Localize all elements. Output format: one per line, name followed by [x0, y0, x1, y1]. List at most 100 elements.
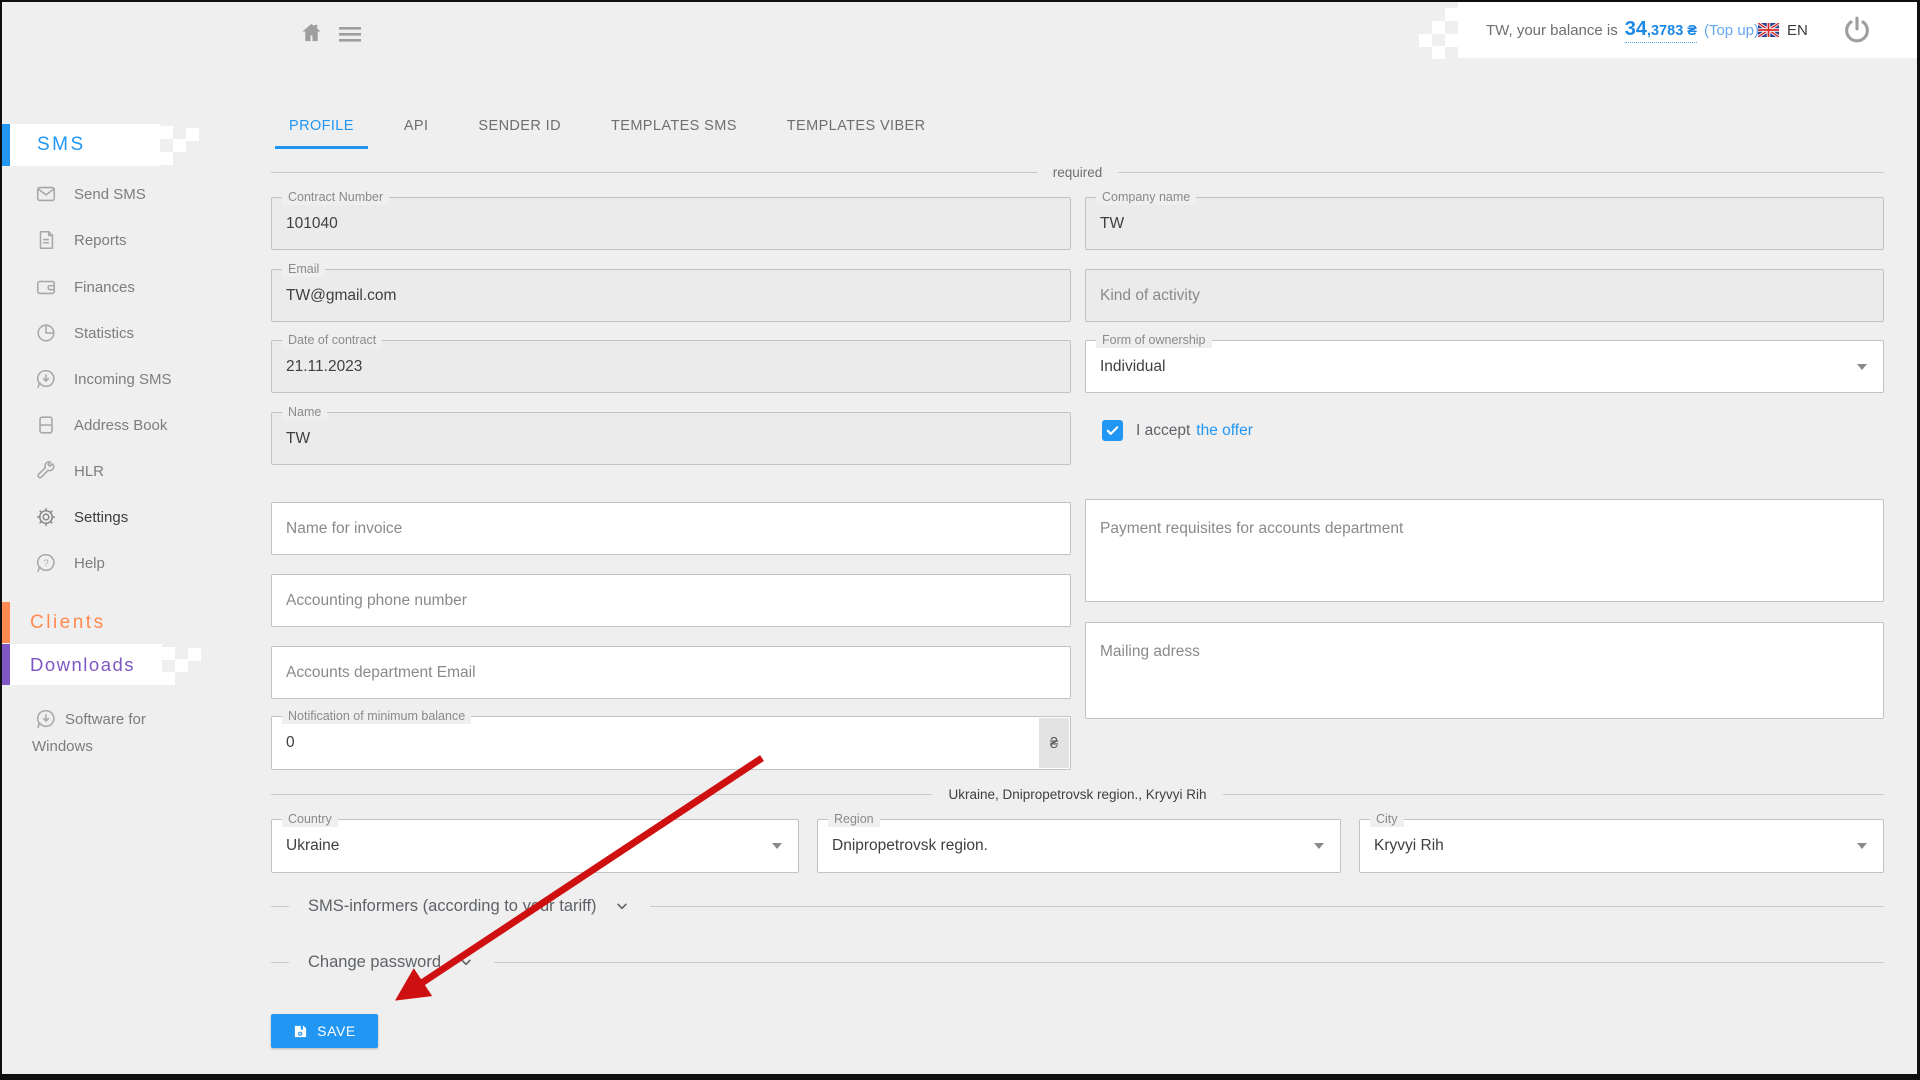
hamburger-icon — [339, 27, 361, 42]
home-icon — [300, 21, 323, 44]
country-select[interactable]: Country Ukraine — [271, 819, 799, 873]
kind-of-activity-input[interactable] — [1086, 270, 1883, 321]
tab-profile[interactable]: PROFILE — [275, 105, 368, 149]
chevron-down-icon — [1857, 843, 1867, 849]
date-of-contract-input[interactable] — [272, 341, 1070, 392]
sidebar-item-finances[interactable]: Finances — [35, 273, 135, 301]
city-select[interactable]: City Kryvyi Rih — [1359, 819, 1884, 873]
contract-number-field[interactable]: Contract Number — [271, 197, 1071, 250]
sidebar-item-label: HLR — [74, 463, 104, 480]
name-for-invoice-field[interactable] — [271, 502, 1071, 555]
min-balance-field[interactable]: Notification of minimum balance ₴ — [271, 716, 1071, 770]
sidebar-section-clients[interactable]: Clients — [2, 602, 172, 643]
chevron-down-icon — [614, 898, 630, 914]
offer-link[interactable]: the offer — [1196, 422, 1253, 440]
payment-requisites-field[interactable] — [1085, 499, 1884, 602]
power-icon — [1842, 15, 1872, 45]
sidebar-item-incoming-sms[interactable]: Incoming SMS — [35, 365, 172, 393]
sidebar-item-help[interactable]: ? Help — [35, 549, 105, 577]
save-button-label: SAVE — [317, 1023, 356, 1039]
svg-text:?: ? — [43, 558, 48, 569]
help-icon: ? — [35, 552, 57, 574]
location-divider: Ukraine, Dnipropetrovsk region., Kryvyi … — [271, 780, 1884, 808]
name-for-invoice-input[interactable] — [272, 503, 1070, 554]
sidebar-clients-label: Clients — [30, 612, 106, 634]
checker-square — [186, 128, 199, 141]
balance-row: TW, your balance is 34,3783 ₴ (Top up) — [1486, 2, 1759, 58]
gear-icon — [35, 506, 57, 528]
divider-line — [271, 906, 289, 907]
accept-offer-row: I accept the offer — [1102, 420, 1253, 441]
change-password-toggle[interactable]: Change password — [271, 946, 1884, 978]
sidebar-item-label: Incoming SMS — [74, 371, 172, 388]
chevron-down-icon — [458, 954, 474, 970]
divider-line — [494, 962, 1884, 963]
kind-of-activity-field[interactable] — [1085, 269, 1884, 322]
save-button[interactable]: SAVE — [271, 1014, 378, 1048]
accounts-department-email-input[interactable] — [272, 647, 1070, 698]
sidebar-item-label: Finances — [74, 279, 135, 296]
contract-number-input[interactable] — [272, 198, 1070, 249]
email-input[interactable] — [272, 270, 1070, 321]
sidebar-item-label: Statistics — [74, 325, 134, 342]
address-book-icon — [35, 414, 57, 436]
accounting-phone-field[interactable] — [271, 574, 1071, 627]
divider-line — [271, 794, 932, 795]
sidebar-item-hlr[interactable]: HLR — [35, 457, 104, 485]
checker-square — [162, 647, 175, 660]
sms-informers-label: SMS-informers (according to your tariff) — [289, 897, 614, 916]
region-value: Dnipropetrovsk region. — [832, 820, 988, 872]
logout-button[interactable] — [1842, 15, 1872, 45]
divider-line — [1223, 794, 1884, 795]
name-input[interactable] — [272, 413, 1070, 464]
checkmark-icon — [1105, 423, 1120, 438]
payment-requisites-textarea[interactable] — [1086, 500, 1883, 601]
tab-sender-id[interactable]: SENDER ID — [464, 105, 575, 149]
chevron-down-icon — [772, 843, 782, 849]
tab-templates-viber[interactable]: TEMPLATES VIBER — [773, 105, 940, 149]
sms-informers-toggle[interactable]: SMS-informers (according to your tariff) — [271, 890, 1884, 922]
accounts-department-email-field[interactable] — [271, 646, 1071, 699]
name-field[interactable]: Name — [271, 412, 1071, 465]
min-balance-input[interactable] — [272, 717, 1070, 769]
tab-api[interactable]: API — [390, 105, 443, 149]
sidebar-item-send-sms[interactable]: Send SMS — [35, 180, 146, 208]
sidebar-item-statistics[interactable]: Statistics — [35, 319, 134, 347]
incoming-message-icon — [35, 368, 57, 390]
home-button[interactable] — [300, 21, 323, 44]
header-account-panel: TW, your balance is 34,3783 ₴ (Top up) E… — [1458, 2, 1920, 58]
form-of-ownership-select[interactable]: Form of ownership Individual — [1085, 340, 1884, 393]
divider-line — [650, 906, 1884, 907]
company-name-field[interactable]: Company name — [1085, 197, 1884, 250]
mailing-address-textarea[interactable] — [1086, 623, 1883, 718]
email-field[interactable]: Email — [271, 269, 1071, 322]
sidebar-section-sms[interactable]: SMS — [2, 124, 160, 166]
accept-offer-checkbox[interactable] — [1102, 420, 1123, 441]
sidebar-section-downloads[interactable]: Downloads — [2, 644, 162, 685]
date-of-contract-field[interactable]: Date of contract — [271, 340, 1071, 393]
checker-square — [188, 648, 201, 661]
sidebar-item-software-for-windows[interactable]: Software for Windows — [32, 706, 156, 760]
company-name-input[interactable] — [1086, 198, 1883, 249]
accounting-phone-input[interactable] — [272, 575, 1070, 626]
report-icon — [35, 229, 57, 251]
form-of-ownership-value: Individual — [1100, 341, 1166, 392]
envelope-icon — [35, 183, 57, 205]
menu-button[interactable] — [339, 27, 361, 42]
balance-amount[interactable]: 34,3783 ₴ — [1625, 18, 1697, 43]
mailing-address-field[interactable] — [1085, 622, 1884, 719]
sidebar-item-reports[interactable]: Reports — [35, 226, 127, 254]
balance-fraction: ,3783 ₴ — [1647, 23, 1697, 39]
checker-square — [160, 126, 173, 139]
topup-link[interactable]: (Top up) — [1704, 22, 1759, 39]
sidebar-item-address-book[interactable]: Address Book — [35, 411, 167, 439]
accept-offer-text: I accept — [1136, 422, 1190, 440]
region-select[interactable]: Region Dnipropetrovsk region. — [817, 819, 1341, 873]
sidebar-item-label: Reports — [74, 232, 127, 249]
language-selector[interactable]: EN — [1758, 2, 1808, 58]
location-summary: Ukraine, Dnipropetrovsk region., Kryvyi … — [932, 787, 1222, 802]
currency-suffix: ₴ — [1039, 718, 1069, 768]
tab-templates-sms[interactable]: TEMPLATES SMS — [597, 105, 751, 149]
wallet-icon — [35, 276, 57, 298]
sidebar-item-settings[interactable]: Settings — [35, 503, 128, 531]
